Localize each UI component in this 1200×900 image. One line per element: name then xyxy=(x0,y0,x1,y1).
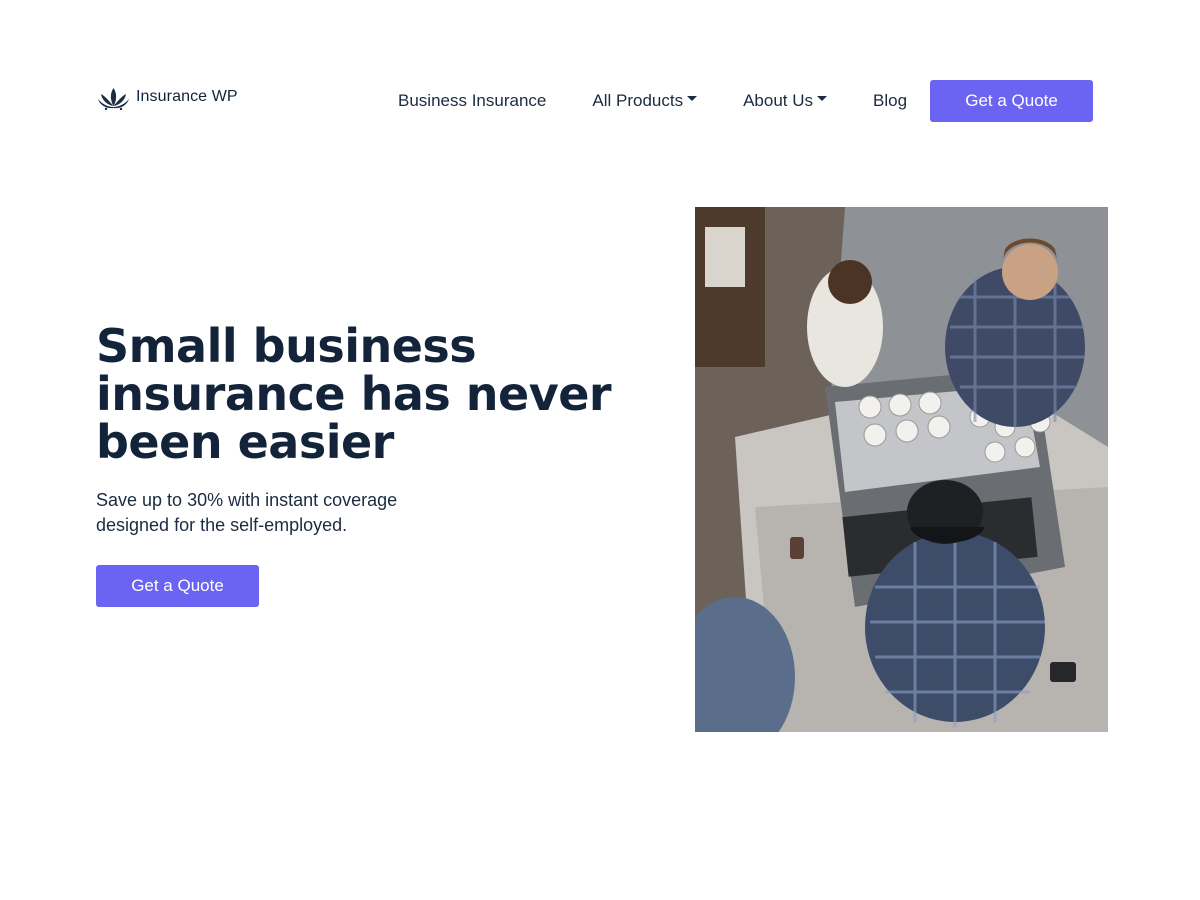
hero-subtitle-line: Save up to 30% with instant coverage xyxy=(96,490,398,510)
hero-get-a-quote-button[interactable]: Get a Quote xyxy=(96,565,259,607)
hero-title: Small business insurance has never been … xyxy=(96,322,656,466)
hero-photo-baristas xyxy=(695,207,1108,732)
brand-name: Insurance WP xyxy=(136,88,238,105)
hero-title-line: insurance has never xyxy=(96,367,612,421)
nav-about-us-label: About Us xyxy=(743,91,814,110)
lotus-icon xyxy=(98,88,129,111)
caret-down-icon xyxy=(687,95,698,101)
nav-all-products-label: All Products xyxy=(592,91,684,110)
nav-business-insurance[interactable]: Business Insurance xyxy=(398,91,546,111)
site-header: Insurance WP Business Insurance All Prod… xyxy=(0,0,1200,200)
hero-title-line: been easier xyxy=(96,415,394,469)
nav-all-products[interactable]: All Products xyxy=(592,91,698,111)
hero-subtitle: Save up to 30% with instant coverage des… xyxy=(96,488,476,538)
hero-subtitle-line: designed for the self-employed. xyxy=(96,515,348,535)
hero-title-line: Small business xyxy=(96,319,477,373)
nav-blog[interactable]: Blog xyxy=(873,91,907,111)
nav-business-insurance-label: Business Insurance xyxy=(398,91,547,110)
nav-blog-label: Blog xyxy=(873,91,908,110)
barista-scene-illustration xyxy=(695,207,1108,732)
get-a-quote-button[interactable]: Get a Quote xyxy=(930,80,1094,122)
main-nav: Business Insurance All Products About Us… xyxy=(398,80,1094,122)
caret-down-icon xyxy=(817,95,828,101)
nav-about-us[interactable]: About Us xyxy=(743,91,828,111)
brand-logo[interactable]: Insurance WP xyxy=(97,84,238,114)
